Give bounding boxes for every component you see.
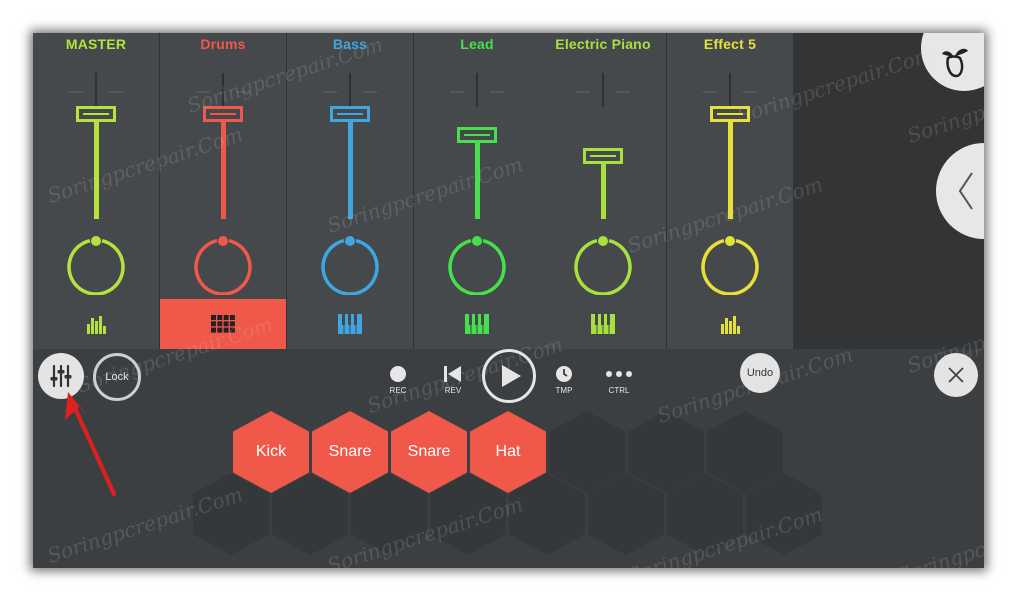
undo-button[interactable]: Undo xyxy=(740,353,780,393)
equalizer-bars-icon xyxy=(721,316,740,334)
channel-icon-area[interactable] xyxy=(667,299,793,349)
mixer-channel-electric-piano[interactable]: Electric Piano xyxy=(540,33,667,349)
skip-back-icon xyxy=(444,366,461,382)
fader-level xyxy=(220,122,226,219)
fader-tick xyxy=(323,91,337,93)
mixer-channel-effect-5[interactable]: Effect 5 xyxy=(667,33,794,349)
fruit-logo-icon xyxy=(942,48,968,78)
chevron-left-icon xyxy=(958,172,973,210)
mixer-panel: MASTER Drums Bass Lead Electric Piano Ef… xyxy=(33,33,794,349)
fader-level xyxy=(93,122,99,219)
channel-icon-area[interactable] xyxy=(160,299,286,349)
channel-name: Lead xyxy=(460,36,494,52)
channel-icon-area[interactable] xyxy=(414,299,540,349)
fader-tick xyxy=(363,91,377,93)
rewind-button[interactable]: REV xyxy=(433,361,473,397)
mixer-channel-lead[interactable]: Lead xyxy=(414,33,541,349)
rewind-label: REV xyxy=(444,386,462,395)
transport-area: Lock REC REV TMP CTRL Undo Kick Snare Sn… xyxy=(33,349,984,568)
fader-level xyxy=(474,143,480,219)
mixer-channel-master[interactable]: MASTER xyxy=(33,33,160,349)
fader-handle[interactable] xyxy=(203,106,243,123)
fl-studio-logo-button[interactable] xyxy=(921,33,984,91)
fader-track xyxy=(476,73,478,107)
fader-tick xyxy=(616,91,630,93)
more-dots-icon xyxy=(606,371,632,377)
control-label: CTRL xyxy=(608,386,630,395)
fader-tick xyxy=(490,91,504,93)
fader-handle[interactable] xyxy=(583,147,623,164)
record-button[interactable]: REC xyxy=(378,361,418,397)
fader-tick xyxy=(703,91,717,93)
piano-keys-icon xyxy=(338,314,362,334)
channel-name: Drums xyxy=(200,36,246,52)
channel-icon-area[interactable] xyxy=(33,299,159,349)
play-button[interactable] xyxy=(482,349,536,403)
collapse-panel-button[interactable] xyxy=(936,143,984,239)
fader-handle[interactable] xyxy=(710,106,750,123)
fader-level xyxy=(600,163,606,219)
mixer-sliders-icon xyxy=(50,364,72,388)
app-screen: MASTER Drums Bass Lead Electric Piano Ef… xyxy=(33,33,984,568)
fader-handle[interactable] xyxy=(76,106,116,123)
fader-level xyxy=(727,122,733,219)
pan-knob[interactable] xyxy=(447,235,507,295)
fader-track xyxy=(95,73,97,107)
side-panel xyxy=(793,33,984,349)
pan-knob[interactable] xyxy=(66,235,126,295)
tempo-label: TMP xyxy=(555,386,573,395)
drum-pad-label: Hat xyxy=(495,443,521,460)
fader-handle[interactable] xyxy=(457,127,497,144)
clock-icon xyxy=(556,366,572,382)
channel-name: Electric Piano xyxy=(555,36,651,52)
fader-track xyxy=(222,73,224,107)
equalizer-bars-icon xyxy=(87,316,106,334)
fader-tick xyxy=(450,91,464,93)
mixer-channel-drums[interactable]: Drums xyxy=(160,33,287,349)
channel-name: Effect 5 xyxy=(703,36,757,52)
lock-label: Lock xyxy=(105,371,129,383)
close-icon xyxy=(948,367,964,383)
drum-pad-label: Kick xyxy=(255,443,287,460)
fader-level xyxy=(347,122,353,219)
fader-tick xyxy=(236,91,250,93)
undo-label: Undo xyxy=(746,367,774,379)
drum-pads-icon xyxy=(211,315,235,333)
fader-tick xyxy=(109,91,123,93)
fader-tick xyxy=(196,91,210,93)
mixer-toggle-button[interactable] xyxy=(38,353,84,399)
drum-pad-label: Snare xyxy=(407,443,451,460)
pan-knob[interactable] xyxy=(320,235,380,295)
pan-knob[interactable] xyxy=(193,235,253,295)
channel-name: MASTER xyxy=(65,36,127,52)
channel-icon-area[interactable] xyxy=(540,299,666,349)
piano-keys-icon xyxy=(465,314,489,334)
mixer-channel-bass[interactable]: Bass xyxy=(287,33,414,349)
fader-tick xyxy=(69,91,83,93)
pan-knob[interactable] xyxy=(700,235,760,295)
play-icon xyxy=(502,365,521,387)
fader-track xyxy=(349,73,351,107)
channel-icon-area[interactable] xyxy=(287,299,413,349)
tempo-button[interactable]: TMP xyxy=(544,361,584,397)
control-button[interactable]: CTRL xyxy=(599,361,639,397)
piano-keys-icon xyxy=(591,314,615,334)
fader-tick xyxy=(743,91,757,93)
pan-knob[interactable] xyxy=(573,235,633,295)
lock-button[interactable]: Lock xyxy=(93,353,141,401)
fader-track xyxy=(602,73,604,107)
fader-tick xyxy=(576,91,590,93)
fader-handle[interactable] xyxy=(330,106,370,123)
channel-name: Bass xyxy=(332,36,368,52)
fader-track xyxy=(729,73,731,107)
close-button[interactable] xyxy=(934,353,978,397)
record-icon xyxy=(390,366,406,382)
record-label: REC xyxy=(389,386,407,395)
drum-pad-label: Snare xyxy=(328,443,372,460)
